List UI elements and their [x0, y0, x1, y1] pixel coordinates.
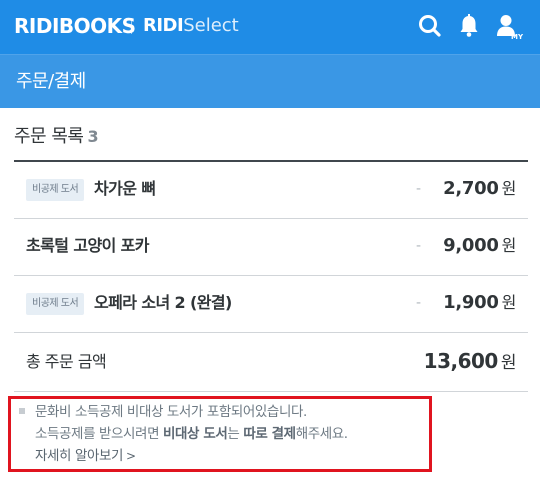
deduction-notice: 문화비 소득공제 비대상 도서가 포함되어있습니다. 소득공제를 받으시려면 비… — [8, 396, 432, 472]
total-price-value: 13,600 — [423, 349, 499, 373]
order-item: 초록털 고양이 포카 - 9,000 원 — [14, 219, 528, 276]
book-title[interactable]: 차가운 뼈 — [94, 176, 156, 202]
book-title[interactable]: 오페라 소녀 2 (완결) — [94, 290, 232, 316]
search-icon[interactable] — [416, 12, 444, 40]
order-item: 비공제 도서 차가운 뼈 - 2,700 원 — [14, 162, 528, 219]
notice-text: 소득공제를 받으시려면 — [35, 426, 163, 442]
notice-emphasis: 비대상 도서 — [162, 426, 228, 442]
book-price-value: 2,700 — [443, 178, 499, 199]
top-navigation-bar: RIDIBOOKS RIDISelect MY — [0, 0, 540, 54]
book-price-value: 1,900 — [443, 292, 499, 313]
non-deductible-badge: 비공제 도서 — [26, 179, 85, 201]
bell-icon[interactable] — [455, 12, 483, 40]
currency-label: 원 — [501, 293, 517, 312]
ridi-select-logo-bold: RIDI — [143, 15, 184, 36]
discount-dash: - — [416, 238, 422, 254]
notice-line-1: 문화비 소득공제 비대상 도서가 포함되어있습니다. — [35, 404, 307, 420]
notice-line-2: 소득공제를 받으시려면 비대상 도서는 따로 결제해주세요. — [35, 424, 348, 444]
book-price: 1,900 원 — [443, 290, 516, 316]
order-list-label: 주문 목록 — [14, 126, 84, 147]
notice-text: 는 — [227, 426, 244, 442]
book-title[interactable]: 초록털 고양이 포카 — [26, 233, 150, 259]
logo-divider — [131, 18, 132, 34]
book-price: 9,000 원 — [443, 233, 516, 259]
learn-more-label: 자세히 알아보기 — [35, 448, 124, 464]
total-price: 13,600 원 — [423, 347, 517, 377]
notice-text: 해주세요. — [295, 426, 348, 442]
order-total-row: 총 주문 금액 13,600 원 — [14, 333, 528, 392]
non-deductible-badge: 비공제 도서 — [26, 293, 85, 315]
my-label: MY — [511, 33, 524, 41]
currency-label: 원 — [501, 179, 517, 198]
currency-label: 원 — [501, 236, 517, 255]
total-label: 총 주문 금액 — [26, 352, 107, 371]
learn-more-link[interactable]: 자세히 알아보기 > — [35, 446, 136, 466]
discount-dash: - — [416, 181, 422, 197]
ridi-select-logo-light: Select — [183, 15, 239, 36]
order-item: 비공제 도서 오페라 소녀 2 (완결) - 1,900 원 — [14, 276, 528, 333]
notice-emphasis: 따로 결제 — [243, 426, 296, 442]
my-account-icon[interactable]: MY — [494, 12, 524, 41]
page-title: 주문/결제 — [16, 71, 86, 92]
order-list-title: 주문 목록 3 — [14, 124, 99, 150]
order-count: 3 — [87, 127, 99, 146]
ridibooks-logo[interactable]: RIDIBOOKS — [14, 12, 136, 40]
ridi-select-logo[interactable]: RIDISelect — [143, 12, 239, 40]
page-header: 주문/결제 — [0, 54, 540, 108]
total-currency-label: 원 — [500, 353, 517, 373]
chevron-right-icon: > — [126, 449, 136, 463]
book-price-value: 9,000 — [443, 235, 499, 256]
bullet-icon — [19, 408, 25, 414]
discount-dash: - — [416, 295, 422, 311]
book-price: 2,700 원 — [443, 176, 516, 202]
